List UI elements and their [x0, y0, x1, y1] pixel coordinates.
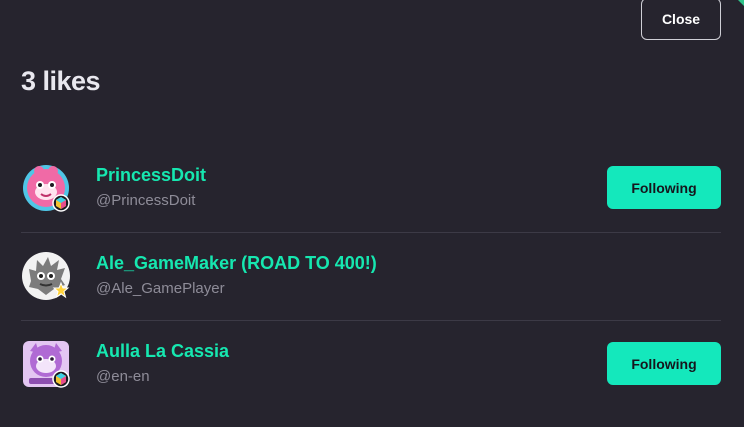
following-button[interactable]: Following [607, 342, 721, 385]
corner-accent [738, 0, 744, 6]
dialog-title: 3 likes [21, 66, 101, 96]
user-handle: @PrincessDoit [96, 192, 196, 209]
following-button[interactable]: Following [607, 166, 721, 209]
list-item[interactable]: Ale_GameMaker (ROAD TO 400!) @Ale_GamePl… [21, 233, 721, 321]
user-handle: @en-en [96, 368, 150, 385]
user-name[interactable]: Ale_GameMaker (ROAD TO 400!) [96, 253, 377, 274]
purple-character-avatar-icon [23, 341, 70, 388]
avatar[interactable] [21, 339, 71, 389]
avatar[interactable] [21, 163, 71, 213]
user-handle: @Ale_GamePlayer [96, 280, 225, 297]
close-button[interactable]: Close [641, 0, 721, 40]
avatar[interactable] [21, 251, 71, 301]
user-name[interactable]: PrincessDoit [96, 165, 206, 186]
grey-spiky-character-avatar-icon [22, 252, 70, 300]
pink-character-avatar-icon [23, 165, 70, 212]
likes-list: PrincessDoit @PrincessDoit Following Ale… [21, 145, 721, 408]
list-item[interactable]: PrincessDoit @PrincessDoit Following [21, 145, 721, 233]
user-name[interactable]: Aulla La Cassia [96, 341, 229, 362]
list-item[interactable]: Aulla La Cassia @en-en Following [21, 321, 721, 408]
